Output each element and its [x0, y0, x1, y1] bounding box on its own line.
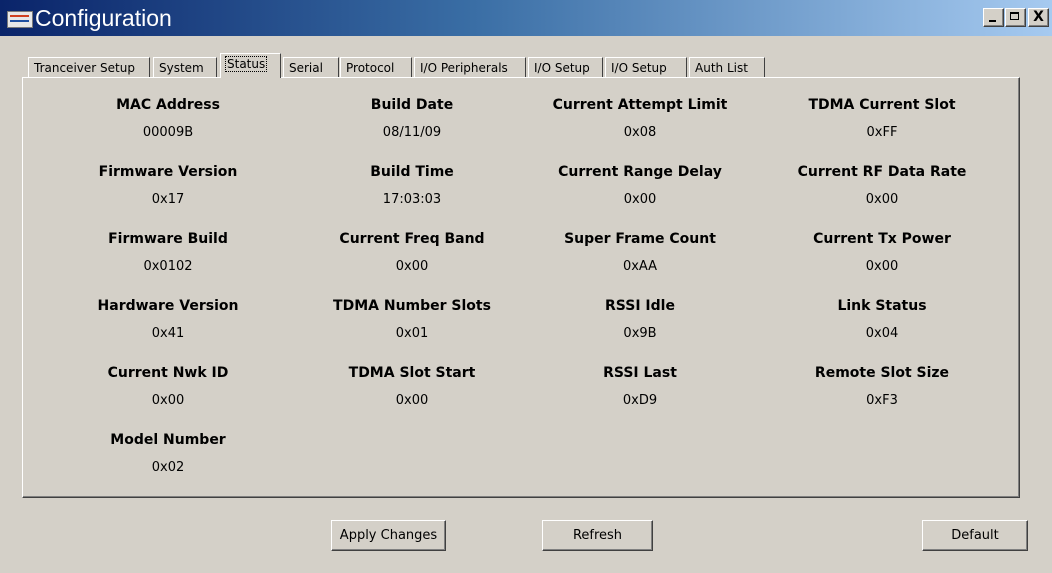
status-field-build-date: Build Date 08/11/09 [302, 96, 522, 142]
field-label: Hardware Version [97, 298, 239, 314]
status-field-current-nwk-id: Current Nwk ID 0x00 [58, 364, 278, 410]
field-label: Current Freq Band [339, 231, 485, 247]
tab-auth-list[interactable]: Auth List [689, 57, 765, 77]
field-value: 0x00 [395, 259, 429, 274]
field-label: Current Tx Power [813, 231, 951, 247]
default-button[interactable]: Default [922, 520, 1028, 551]
tab-label: Protocol [346, 61, 395, 75]
app-icon [7, 11, 33, 28]
field-value: 0x00 [623, 192, 657, 207]
title-bar[interactable]: Configuration X [0, 0, 1052, 36]
status-field-remote-slot-size: Remote Slot Size 0xF3 [772, 364, 992, 410]
field-value: 0x17 [151, 192, 185, 207]
status-field-hardware-version: Hardware Version 0x41 [58, 297, 278, 343]
field-label: RSSI Last [603, 365, 677, 381]
field-label: TDMA Current Slot [808, 97, 956, 113]
status-field-rssi-last: RSSI Last 0xD9 [530, 364, 750, 410]
status-field-rssi-idle: RSSI Idle 0x9B [530, 297, 750, 343]
status-field-mac-address: MAC Address 00009B [58, 96, 278, 142]
field-value: 00009B [142, 125, 194, 140]
tab-label: System [159, 61, 204, 75]
tab-label: Tranceiver Setup [34, 61, 135, 75]
status-field-tdma-slot-start: TDMA Slot Start 0x00 [302, 364, 522, 410]
field-value: 0x00 [865, 259, 899, 274]
close-icon: X [1033, 9, 1044, 25]
field-label: TDMA Number Slots [333, 298, 491, 314]
field-value: 0x9B [623, 326, 657, 341]
field-value: 0xD9 [622, 393, 658, 408]
field-value: 0x0102 [143, 259, 193, 274]
field-label: Model Number [110, 432, 226, 448]
status-field-firmware-build: Firmware Build 0x0102 [58, 230, 278, 276]
tab-label: I/O Setup [611, 61, 667, 75]
field-label: Remote Slot Size [814, 365, 950, 381]
status-field-super-frame-count: Super Frame Count 0xAA [530, 230, 750, 276]
field-label: Build Date [370, 97, 454, 113]
field-label: MAC Address [116, 97, 220, 113]
tab-label: Auth List [695, 61, 748, 75]
field-value: 0x01 [395, 326, 429, 341]
field-value: 08/11/09 [382, 125, 442, 140]
maximize-icon [1010, 12, 1019, 20]
field-label: Link Status [837, 298, 927, 314]
field-value: 0x00 [151, 393, 185, 408]
field-value: 17:03:03 [382, 192, 442, 207]
tab-protocol[interactable]: Protocol [340, 57, 412, 77]
field-value: 0xFF [866, 125, 898, 140]
field-label: Current RF Data Rate [797, 164, 967, 180]
tab-label: Status [224, 56, 268, 72]
field-value: 0x02 [151, 460, 185, 475]
tab-system[interactable]: System [153, 57, 217, 77]
field-value: 0x00 [395, 393, 429, 408]
field-value: 0xF3 [866, 393, 898, 408]
field-label: Firmware Build [108, 231, 228, 247]
tab-io-setup-2[interactable]: I/O Setup [605, 57, 687, 77]
close-button[interactable]: X [1028, 8, 1049, 27]
field-label: Super Frame Count [564, 231, 716, 247]
status-field-model-number: Model Number 0x02 [58, 431, 278, 477]
status-field-link-status: Link Status 0x04 [772, 297, 992, 343]
tab-io-peripherals[interactable]: I/O Peripherals [414, 57, 526, 77]
minimize-icon [989, 20, 996, 22]
status-field-current-attempt-limit: Current Attempt Limit 0x08 [530, 96, 750, 142]
minimize-button[interactable] [983, 8, 1004, 27]
tab-io-setup-1[interactable]: I/O Setup [528, 57, 603, 77]
field-value: 0x00 [865, 192, 899, 207]
field-label: RSSI Idle [605, 298, 675, 314]
configuration-window: Configuration X Tranceiver Setup System … [0, 0, 1052, 573]
tab-serial[interactable]: Serial [283, 57, 339, 77]
field-value: 0x08 [623, 125, 657, 140]
field-value: 0xAA [622, 259, 658, 274]
status-field-current-rf-data-rate: Current RF Data Rate 0x00 [772, 163, 992, 209]
status-field-build-time: Build Time 17:03:03 [302, 163, 522, 209]
status-field-firmware-version: Firmware Version 0x17 [58, 163, 278, 209]
maximize-button[interactable] [1005, 8, 1026, 27]
status-field-tdma-number-slots: TDMA Number Slots 0x01 [302, 297, 522, 343]
field-value: 0x41 [151, 326, 185, 341]
status-field-current-range-delay: Current Range Delay 0x00 [530, 163, 750, 209]
field-label: Build Time [370, 164, 454, 180]
field-label: TDMA Slot Start [348, 365, 476, 381]
field-label: Current Attempt Limit [552, 97, 728, 113]
tab-label: Serial [289, 61, 323, 75]
field-label: Current Nwk ID [107, 365, 229, 381]
field-label: Firmware Version [98, 164, 238, 180]
field-value: 0x04 [865, 326, 899, 341]
field-label: Current Range Delay [558, 164, 722, 180]
refresh-button[interactable]: Refresh [542, 520, 653, 551]
tab-label: I/O Peripherals [420, 61, 508, 75]
apply-changes-button[interactable]: Apply Changes [331, 520, 446, 551]
status-field-current-freq-band: Current Freq Band 0x00 [302, 230, 522, 276]
tab-tranceiver-setup[interactable]: Tranceiver Setup [28, 57, 150, 77]
window-title: Configuration [35, 5, 172, 31]
tab-label: I/O Setup [534, 61, 590, 75]
tab-status[interactable]: Status [220, 53, 281, 78]
status-field-tdma-current-slot: TDMA Current Slot 0xFF [772, 96, 992, 142]
status-field-current-tx-power: Current Tx Power 0x00 [772, 230, 992, 276]
